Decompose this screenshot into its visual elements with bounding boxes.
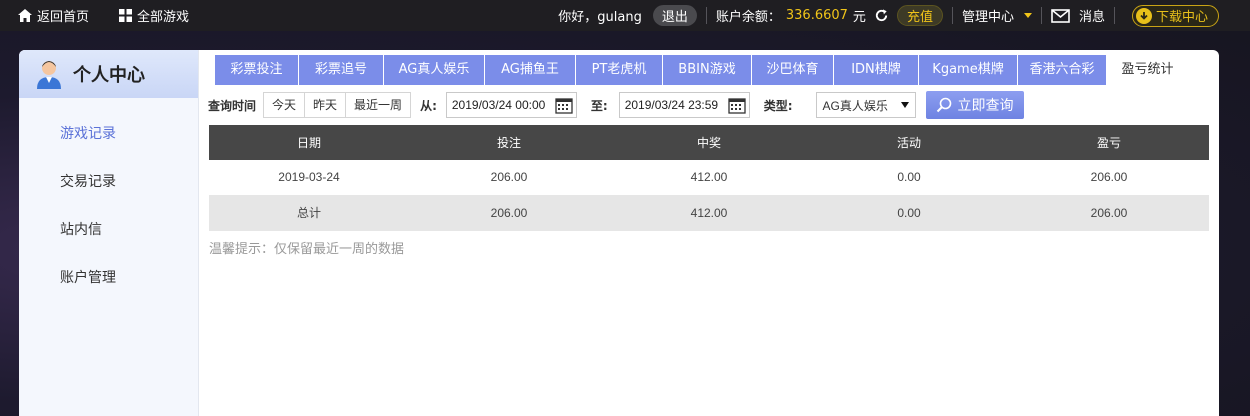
top-bar-left: 返回首页 全部游戏 xyxy=(18,0,189,31)
table-total-row: 总计 206.00 412.00 0.00 206.00 xyxy=(209,195,1209,231)
main-content: 彩票投注 彩票追号 AG真人娱乐 AG捕鱼王 PT老虎机 BBIN游戏 沙巴体育… xyxy=(208,50,1219,416)
to-label: 至: xyxy=(590,98,608,113)
top-bar-right: 你好，gulang 退出 账户余额： 336.6607 元 充值 管理中心 消息 xyxy=(558,0,1219,31)
column-header-win: 中奖 xyxy=(609,125,809,160)
sidebar-item-transaction-records[interactable]: 交易记录 xyxy=(19,158,198,206)
from-date-input[interactable]: 2019/03/24 00:00 xyxy=(445,92,577,118)
to-date-input[interactable]: 2019/03/24 23:59 xyxy=(618,92,750,118)
tab-idn-poker[interactable]: IDN棋牌 xyxy=(834,55,919,85)
home-icon xyxy=(18,9,32,22)
type-select-value: AG真人娱乐 xyxy=(822,98,888,113)
home-label: 返回首页 xyxy=(37,10,90,25)
table-row: 2019-03-24 206.00 412.00 0.00 206.00 xyxy=(209,160,1209,196)
caret-down-icon xyxy=(1023,13,1032,18)
manage-center-menu[interactable]: 管理中心 xyxy=(962,6,1032,25)
mail-icon xyxy=(1051,8,1070,23)
total-profit-loss: 206.00 xyxy=(1009,195,1209,231)
grid-icon xyxy=(119,9,133,22)
all-games-label: 全部游戏 xyxy=(137,10,190,25)
tab-hk-mark-six[interactable]: 香港六合彩 xyxy=(1018,55,1107,85)
calendar-icon[interactable] xyxy=(555,97,573,117)
search-icon xyxy=(936,97,952,113)
column-header-date: 日期 xyxy=(209,125,409,160)
sidebar: 个人中心 游戏记录 交易记录 站内信 账户管理 xyxy=(19,50,199,416)
search-button-label: 立即查询 xyxy=(957,98,1014,114)
tab-profit-loss[interactable]: 盈亏统计 xyxy=(1107,55,1189,85)
divider xyxy=(951,7,953,24)
cell-activity: 0.00 xyxy=(809,160,1009,196)
retention-hint: 温馨提示：仅保留最近一周的数据 xyxy=(209,242,405,257)
profit-loss-table: 日期 投注 中奖 活动 盈亏 2019-03-24 206.00 412.00 … xyxy=(209,125,1209,231)
total-bet: 206.00 xyxy=(409,195,609,231)
recharge-button[interactable]: 充值 xyxy=(896,5,943,26)
tab-saba-sports[interactable]: 沙巴体育 xyxy=(752,55,834,85)
quick-yesterday-button[interactable]: 昨天 xyxy=(305,93,347,117)
to-date-value: 2019/03/24 23:59 xyxy=(624,98,719,112)
download-icon xyxy=(1135,7,1152,24)
manage-label: 管理中心 xyxy=(961,10,1014,25)
table-header-row: 日期 投注 中奖 活动 盈亏 xyxy=(209,125,1209,160)
divider xyxy=(1040,7,1042,24)
quick-today-button[interactable]: 今天 xyxy=(264,93,306,117)
logout-button[interactable]: 退出 xyxy=(652,5,697,26)
total-label: 总计 xyxy=(209,195,409,231)
total-win: 412.00 xyxy=(609,195,809,231)
home-link[interactable]: 返回首页 xyxy=(18,6,89,25)
balance-label: 账户余额： xyxy=(715,10,781,25)
balance-unit: 元 xyxy=(852,10,866,25)
cell-date: 2019-03-24 xyxy=(209,160,409,196)
download-center-button[interactable]: 下载中心 xyxy=(1131,4,1219,27)
total-activity: 0.00 xyxy=(809,195,1009,231)
type-select[interactable]: AG真人娱乐 xyxy=(815,92,916,118)
tab-bbin[interactable]: BBIN游戏 xyxy=(663,55,752,85)
column-header-profit-loss: 盈亏 xyxy=(1009,125,1209,160)
query-time-label: 查询时间 xyxy=(208,98,257,113)
tab-lottery-chase[interactable]: 彩票追号 xyxy=(299,55,384,85)
type-label: 类型: xyxy=(763,98,793,113)
caret-down-icon xyxy=(900,102,909,108)
user-avatar-icon xyxy=(35,59,63,89)
sidebar-item-game-records[interactable]: 游戏记录 xyxy=(19,110,198,158)
message-label: 消息 xyxy=(1078,10,1105,25)
refresh-icon[interactable] xyxy=(874,8,889,23)
user-center-panel: 个人中心 游戏记录 交易记录 站内信 账户管理 彩票投注 彩票追号 AG真人娱乐… xyxy=(19,50,1219,416)
sidebar-menu: 游戏记录 交易记录 站内信 账户管理 xyxy=(19,110,198,302)
all-games-link[interactable]: 全部游戏 xyxy=(119,6,189,25)
quick-week-button[interactable]: 最近一周 xyxy=(346,93,410,117)
cell-win: 412.00 xyxy=(609,160,809,196)
divider xyxy=(1113,7,1115,24)
tab-pt-slots[interactable]: PT老虎机 xyxy=(576,55,663,85)
cell-profit-loss: 206.00 xyxy=(1009,160,1209,196)
balance-value: 336.6607 xyxy=(785,8,848,23)
tab-kgame-poker[interactable]: Kgame棋牌 xyxy=(919,55,1018,85)
calendar-icon[interactable] xyxy=(728,97,746,117)
search-button[interactable]: 立即查询 xyxy=(925,91,1024,119)
top-bar: 返回首页 全部游戏 你好，gulang 退出 账户余额： 336.6607 元 … xyxy=(0,0,1250,31)
download-label: 下载中心 xyxy=(1155,10,1208,25)
tab-ag-live[interactable]: AG真人娱乐 xyxy=(384,55,485,85)
filter-bar: 查询时间 今天 昨天 最近一周 从: 2019/03/24 00:00 至: 2… xyxy=(208,91,1024,119)
sidebar-header: 个人中心 xyxy=(19,50,198,98)
tab-ag-fishing[interactable]: AG捕鱼王 xyxy=(485,55,576,85)
column-header-bet: 投注 xyxy=(409,125,609,160)
tab-bar: 彩票投注 彩票追号 AG真人娱乐 AG捕鱼王 PT老虎机 BBIN游戏 沙巴体育… xyxy=(215,55,1189,85)
from-label: 从: xyxy=(420,98,437,113)
sidebar-item-inbox[interactable]: 站内信 xyxy=(19,206,198,254)
sidebar-item-account-management[interactable]: 账户管理 xyxy=(19,254,198,302)
tab-lottery-bet[interactable]: 彩票投注 xyxy=(215,55,299,85)
sidebar-title: 个人中心 xyxy=(73,65,145,86)
cell-bet: 206.00 xyxy=(409,160,609,196)
divider xyxy=(705,7,707,24)
quick-range-group: 今天 昨天 最近一周 xyxy=(263,92,412,118)
from-date-value: 2019/03/24 00:00 xyxy=(451,98,546,112)
column-header-activity: 活动 xyxy=(809,125,1009,160)
message-link[interactable]: 消息 xyxy=(1051,6,1105,25)
greeting: 你好，gulang xyxy=(558,10,642,25)
